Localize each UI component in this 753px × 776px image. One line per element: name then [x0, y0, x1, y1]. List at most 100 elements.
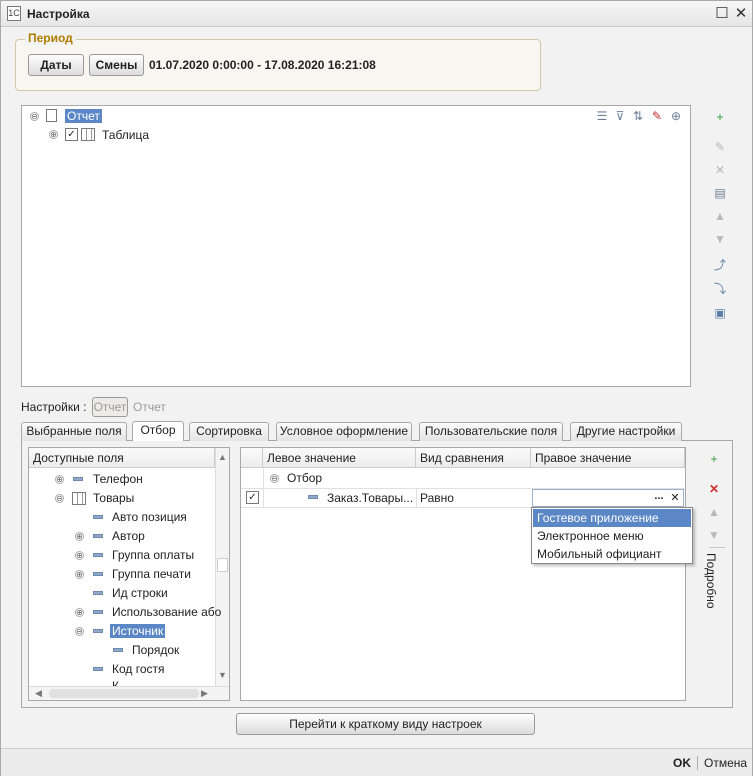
restore-icon[interactable]: ☐: [713, 5, 731, 23]
option-guest-app[interactable]: Гостевое приложение: [533, 509, 691, 527]
expand-icon[interactable]: ⊕: [75, 570, 84, 579]
field-row-id[interactable]: Ид строки: [112, 584, 168, 602]
order-icon[interactable]: ⇅: [630, 108, 646, 124]
field-guest-code[interactable]: Код гостя: [112, 660, 165, 678]
period-range: 01.07.2020 0:00:00 - 17.08.2020 16:21:08: [149, 58, 376, 72]
tab-other-settings[interactable]: Другие настройки: [570, 422, 682, 441]
cancel-button[interactable]: Отмена: [704, 754, 747, 772]
collapse-icon[interactable]: ⊖: [55, 494, 64, 503]
close-icon[interactable]: ✕: [732, 5, 750, 23]
title-bar[interactable]: 1C Настройка ☐ ✕: [1, 1, 752, 27]
structure-tree[interactable]: ⊖ Отчет ⊕ ✓ Таблица ☰ ⊽ ⇅ ✎ ⊕: [21, 105, 691, 387]
structure-settings-icon[interactable]: ▣: [712, 305, 728, 321]
app-icon: 1C: [7, 6, 21, 21]
available-fields-tree[interactable]: Доступные поля ▲ ▼ ◀ ▶ ⊕ Телефон ⊖ Товар…: [28, 447, 230, 701]
column-divider: [263, 468, 264, 508]
field-phone[interactable]: Телефон: [93, 470, 143, 488]
expand-icon[interactable]: ⊕: [49, 130, 58, 139]
footer-bar: OK Отмена: [1, 748, 752, 776]
format-icon[interactable]: ✎: [649, 108, 665, 124]
move-up-icon[interactable]: ▲: [712, 208, 728, 224]
move-down-icon[interactable]: ▼: [706, 527, 722, 543]
field-payment-group[interactable]: Группа оплаты: [112, 546, 194, 564]
field-goods[interactable]: Товары: [93, 489, 134, 507]
filter-right-value-input[interactable]: ... ✕: [532, 489, 684, 507]
field-icon: [93, 610, 103, 614]
horizontal-scrollbar[interactable]: ◀ ▶: [29, 686, 229, 700]
add-grouping-icon[interactable]: ☰: [594, 108, 610, 124]
right-value-header[interactable]: Правое значение: [531, 448, 685, 468]
value-dropdown[interactable]: Гостевое приложение Электронное меню Моб…: [531, 507, 693, 564]
scroll-h-thumb[interactable]: [49, 689, 199, 698]
short-view-button[interactable]: Перейти к краткому виду настроек: [236, 713, 535, 735]
collapse-icon[interactable]: ⊖: [75, 627, 84, 636]
expand-icon[interactable]: ⊕: [75, 532, 84, 541]
tab-selected-fields[interactable]: Выбранные поля: [21, 422, 127, 441]
delete-condition-icon[interactable]: ✕: [706, 481, 722, 497]
field-print-group[interactable]: Группа печати: [112, 565, 191, 583]
filter-comparison[interactable]: Равно: [420, 489, 454, 507]
scroll-thumb[interactable]: [217, 558, 228, 572]
filter-table[interactable]: Левое значение Вид сравнения Правое знач…: [240, 447, 686, 701]
left-value-header[interactable]: Левое значение: [263, 448, 416, 468]
ok-button[interactable]: OK: [673, 754, 691, 772]
scroll-down-icon[interactable]: ▼: [218, 670, 227, 680]
field-icon: [93, 667, 103, 671]
filter-icon[interactable]: ⊽: [612, 108, 628, 124]
field-source[interactable]: Источник: [110, 624, 166, 638]
field-auto-position[interactable]: Авто позиция: [112, 508, 187, 526]
expand-icon[interactable]: ⊕: [55, 475, 64, 484]
filter-left-value[interactable]: Заказ.Товары...: [327, 489, 413, 507]
tab-user-fields[interactable]: Пользовательские поля: [419, 422, 563, 441]
comparison-header[interactable]: Вид сравнения: [416, 448, 531, 468]
tree-item-table[interactable]: Таблица: [102, 126, 149, 144]
fields-icon[interactable]: ⊕: [668, 108, 684, 124]
delete-icon[interactable]: ✕: [712, 162, 728, 178]
ungroup-icon[interactable]: ⤵: [712, 281, 728, 297]
toolbar-divider: [709, 547, 725, 548]
footer-divider: [697, 756, 698, 770]
details-toggle[interactable]: Подробно: [701, 553, 721, 643]
edit-icon[interactable]: ✎: [712, 139, 728, 155]
move-down-icon[interactable]: ▼: [712, 231, 728, 247]
check-column-header: [241, 448, 263, 468]
select-button[interactable]: ...: [652, 491, 666, 505]
clear-icon[interactable]: ✕: [668, 491, 682, 505]
field-order[interactable]: Порядок: [132, 641, 179, 659]
window-title: Настройка: [27, 7, 90, 21]
table-icon: [72, 492, 86, 505]
field-icon: [93, 572, 103, 576]
option-mobile-waiter[interactable]: Мобильный официант: [533, 545, 691, 563]
dates-button[interactable]: Даты: [28, 54, 84, 76]
table-checkbox[interactable]: ✓: [65, 128, 78, 141]
vertical-scrollbar[interactable]: ▲ ▼: [215, 448, 229, 688]
expand-icon[interactable]: ⊕: [75, 608, 84, 617]
field-icon: [93, 515, 103, 519]
field-author[interactable]: Автор: [112, 527, 145, 545]
shifts-button[interactable]: Смены: [89, 54, 144, 76]
scroll-up-icon[interactable]: ▲: [218, 452, 227, 462]
collapse-icon[interactable]: ⊖: [270, 474, 279, 483]
tree-item-report[interactable]: Отчет: [65, 109, 102, 123]
properties-icon[interactable]: ▤: [712, 185, 728, 201]
settings-report-button[interactable]: Отчет: [92, 397, 128, 417]
move-up-icon[interactable]: ▲: [706, 504, 722, 520]
report-icon: [46, 109, 57, 122]
group-icon[interactable]: ⤴: [712, 257, 728, 273]
collapse-icon[interactable]: ⊖: [30, 112, 39, 121]
field-usage[interactable]: Использование або: [112, 603, 221, 621]
settings-label: Настройки :: [21, 400, 87, 414]
filter-group-label[interactable]: Отбор: [287, 469, 322, 487]
field-partial[interactable]: К: [112, 677, 119, 686]
settings-value: Отчет: [133, 400, 166, 414]
add-condition-icon[interactable]: +: [706, 451, 722, 467]
filter-row-checkbox[interactable]: ✓: [246, 491, 259, 504]
tab-filter[interactable]: Отбор: [132, 421, 184, 441]
tab-sort[interactable]: Сортировка: [189, 422, 269, 441]
option-electronic-menu[interactable]: Электронное меню: [533, 527, 691, 545]
scroll-right-icon[interactable]: ▶: [201, 688, 208, 699]
expand-icon[interactable]: ⊕: [75, 551, 84, 560]
scroll-left-icon[interactable]: ◀: [35, 688, 42, 699]
add-icon[interactable]: +: [712, 109, 728, 125]
tab-conditional-format[interactable]: Условное оформление: [276, 422, 412, 441]
